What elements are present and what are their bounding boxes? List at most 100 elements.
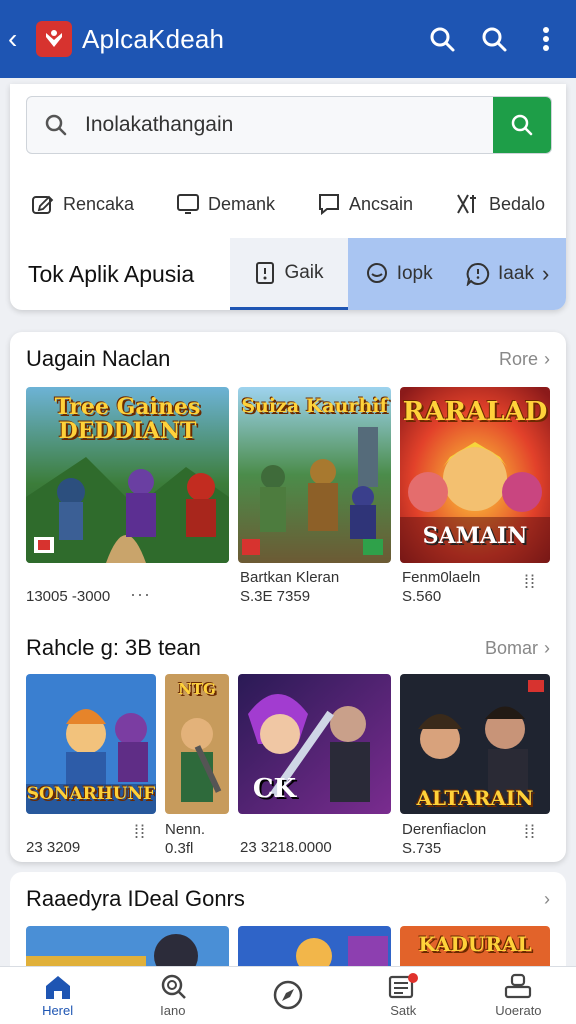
search-box <box>26 96 552 154</box>
section-title: Raaedyra IDeal Gonrs <box>26 886 245 911</box>
search-alt-icon[interactable] <box>472 17 516 61</box>
game-price: S.3E 7359 <box>240 588 311 605</box>
quick-link-demank[interactable]: Demank <box>176 192 275 216</box>
app-bar: ‹ AplcaKdeah <box>0 0 576 78</box>
game-card-3[interactable]: RARALAD SAMAIN <box>400 387 550 563</box>
account-icon <box>505 973 532 999</box>
more-dots-icon[interactable]: ··· <box>130 584 151 605</box>
section-more-link[interactable]: Bomar › <box>485 638 550 659</box>
news-icon <box>389 973 419 999</box>
chevron-right-icon: › <box>544 888 550 909</box>
search-input[interactable] <box>85 113 493 137</box>
nav-label: Iano <box>160 1003 186 1018</box>
nav-news[interactable]: Satk <box>346 967 461 1024</box>
game-name: Derenfiaclon <box>402 821 487 838</box>
game-price: S.560 <box>402 588 442 605</box>
game-art-title: SONARHUNF <box>26 784 156 804</box>
game-card-5[interactable]: NTG <box>165 674 229 814</box>
game-card-1[interactable]: Tree Gaines DEDDIANT <box>26 387 229 563</box>
game-art-title: Tree Gaines DEDDIANT <box>54 394 201 444</box>
compass-icon <box>273 980 303 1009</box>
home-icon <box>45 976 70 999</box>
quick-link-label: Ancsain <box>348 193 413 214</box>
content-card: Uagain Naclan Rore › Tree Gaines DEDDIANT… <box>10 332 566 862</box>
more-grid-icon[interactable]: ⁞⁞ <box>134 823 154 841</box>
quick-link-label: Rencaka <box>62 193 135 214</box>
tab-label: Gaik <box>284 261 324 283</box>
quick-link-label: Demank <box>207 193 275 214</box>
tabs-highlight-group: Iopk Iaak › <box>348 238 566 310</box>
section1-header: Uagain Naclan Rore › <box>26 346 550 372</box>
game-price: S.735 <box>402 840 442 857</box>
game-card-2[interactable]: Suiza Kaurhif <box>238 387 391 563</box>
search-card: Rencaka Demank Ancsain Bedalo Tok Aplik … <box>10 84 566 310</box>
search-icon <box>161 974 186 999</box>
game-art-title: CK <box>252 774 297 804</box>
edit-box-icon <box>31 195 54 214</box>
search-submit-button[interactable] <box>493 97 551 153</box>
section-title: Uagain Naclan <box>26 346 171 371</box>
game-card-7[interactable]: ALTARAIN <box>400 674 550 814</box>
chevron-right-icon: › <box>544 348 550 369</box>
nav-account[interactable]: Uoerato <box>461 967 576 1024</box>
tab-label: Iaak <box>498 263 534 284</box>
more-label: Bomar <box>484 637 538 658</box>
quick-link-ancsain[interactable]: Ancsain <box>317 192 413 216</box>
quick-link-label: Bedalo <box>488 193 546 214</box>
tab-gaik[interactable]: Gaik <box>230 238 348 310</box>
tab-iaak[interactable]: Iaak › <box>466 238 549 310</box>
game-artwork <box>238 926 391 968</box>
game-name: Bartkan Kleran <box>240 569 340 586</box>
quick-link-rencaka[interactable]: Rencaka <box>31 192 134 216</box>
game-card-6[interactable]: CK <box>238 674 391 814</box>
bottom-nav: Herel Iano Satk Uoerato <box>0 966 576 1024</box>
nav-explore[interactable] <box>230 967 345 1024</box>
game-art-title: ALTARAIN <box>416 786 534 810</box>
more-grid-icon[interactable]: ⁞⁞ <box>524 573 544 591</box>
search-field-icon <box>27 113 85 137</box>
chevron-right-icon: › <box>544 637 550 658</box>
nav-label: Uoerato <box>495 1003 542 1018</box>
nav-label: Herel <box>42 1003 74 1018</box>
more-grid-icon[interactable]: ⁞⁞ <box>524 823 544 841</box>
game-art-title: KADURAL <box>418 932 532 956</box>
game-price: 0.3fl <box>165 840 194 857</box>
nav-search[interactable]: Iano <box>115 967 230 1024</box>
section2-header: Rahcle g: 3B tean Bomar › <box>26 635 550 661</box>
file-icon <box>256 261 275 284</box>
section-more-link[interactable]: Rore › <box>499 349 550 370</box>
chevron-right-icon[interactable]: › <box>542 261 549 287</box>
section-title: Rahcle g: 3B tean <box>26 635 201 660</box>
game-price: 23 3218.0000 <box>240 839 332 856</box>
quick-link-bedalo[interactable]: Bedalo <box>455 192 545 216</box>
nav-label: Satk <box>390 1003 417 1018</box>
app-title: AplcaKdeah <box>82 23 225 54</box>
search-icon[interactable] <box>420 17 464 61</box>
message-icon <box>466 262 490 286</box>
quick-links: Rencaka Demank Ancsain Bedalo <box>10 184 566 224</box>
game-art-title: NTG <box>178 680 216 698</box>
tab-label: Iopk <box>396 263 433 284</box>
section-more-link[interactable]: › <box>544 889 550 910</box>
game-art-title: RARALAD <box>402 397 548 427</box>
game-card-8[interactable] <box>26 926 229 968</box>
game-name: Nenn. <box>165 821 206 838</box>
section3: Raaedyra IDeal Gonrs › KADURAL <box>10 872 566 968</box>
game-card-9[interactable] <box>238 926 391 968</box>
more-label: Rore <box>498 348 538 369</box>
bookmark-chat-icon <box>318 194 339 216</box>
section3-header: Raaedyra IDeal Gonrs › <box>26 886 550 912</box>
tabs-heading: Tok Aplik Apusia <box>28 260 195 287</box>
game-price: 13005 -3000 <box>26 588 111 605</box>
tab-iopk[interactable]: Iopk <box>365 238 433 310</box>
game-artwork <box>26 926 229 968</box>
game-name: Fenm0laeln <box>402 569 481 586</box>
nav-home[interactable]: Herel <box>0 967 115 1024</box>
tools-icon <box>457 194 476 214</box>
chat-bubble-icon <box>366 263 387 283</box>
game-card-10[interactable]: KADURAL <box>400 926 550 968</box>
back-icon[interactable]: ‹ <box>8 25 36 53</box>
more-vert-icon[interactable] <box>524 17 568 61</box>
game-card-4[interactable]: SONARHUNF <box>26 674 156 814</box>
category-tabs: Tok Aplik Apusia Gaik Iopk Iaak › <box>10 238 566 310</box>
